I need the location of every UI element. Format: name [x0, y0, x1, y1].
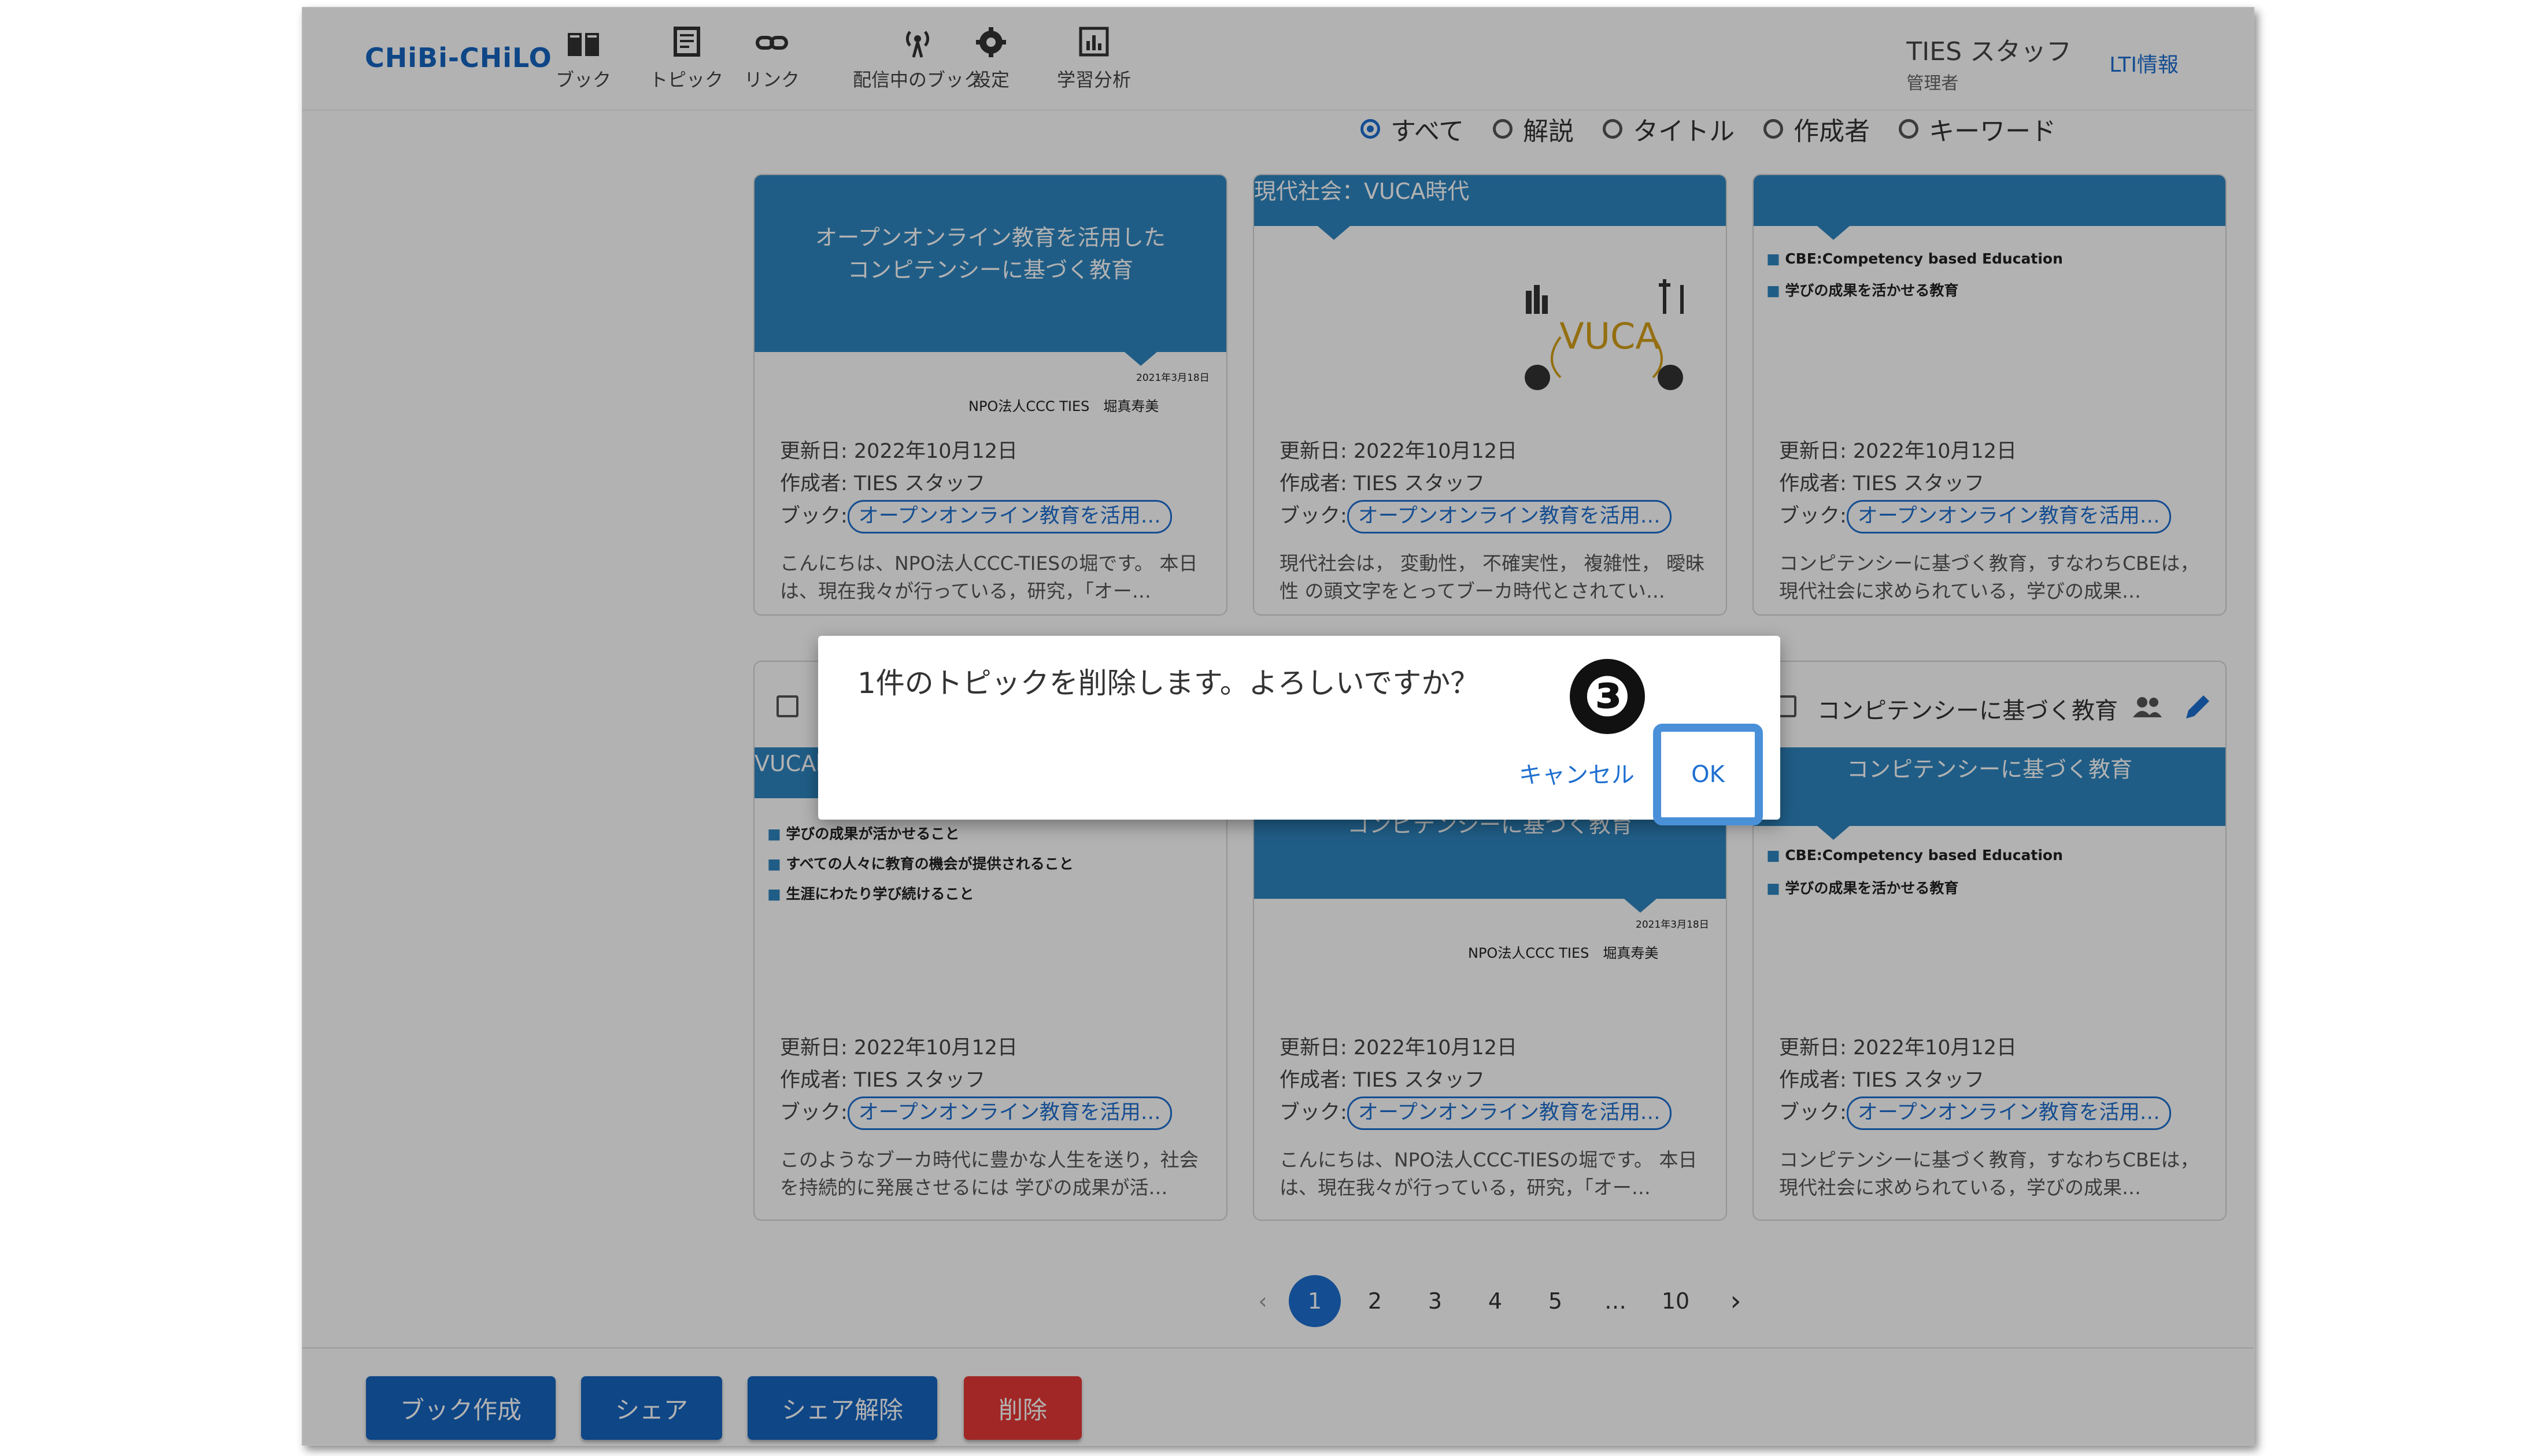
cancel-button[interactable]: キャンセル [1519, 756, 1635, 790]
dialog-message: 1件のトピックを削除します。よろしいですか？ [857, 666, 1480, 700]
ok-button-highlight[interactable]: OK [1653, 724, 1763, 825]
step-marker: ❸ [1570, 659, 1645, 734]
app-window: CHiBi-CHiLO ブック トピック リンク 配信中のブック 設定 学習分析… [302, 7, 2254, 1446]
confirm-dialog: 1件のトピックを削除します。よろしいですか？ ❸ キャンセル OK [818, 636, 1780, 825]
ok-button[interactable]: OK [1691, 761, 1725, 788]
